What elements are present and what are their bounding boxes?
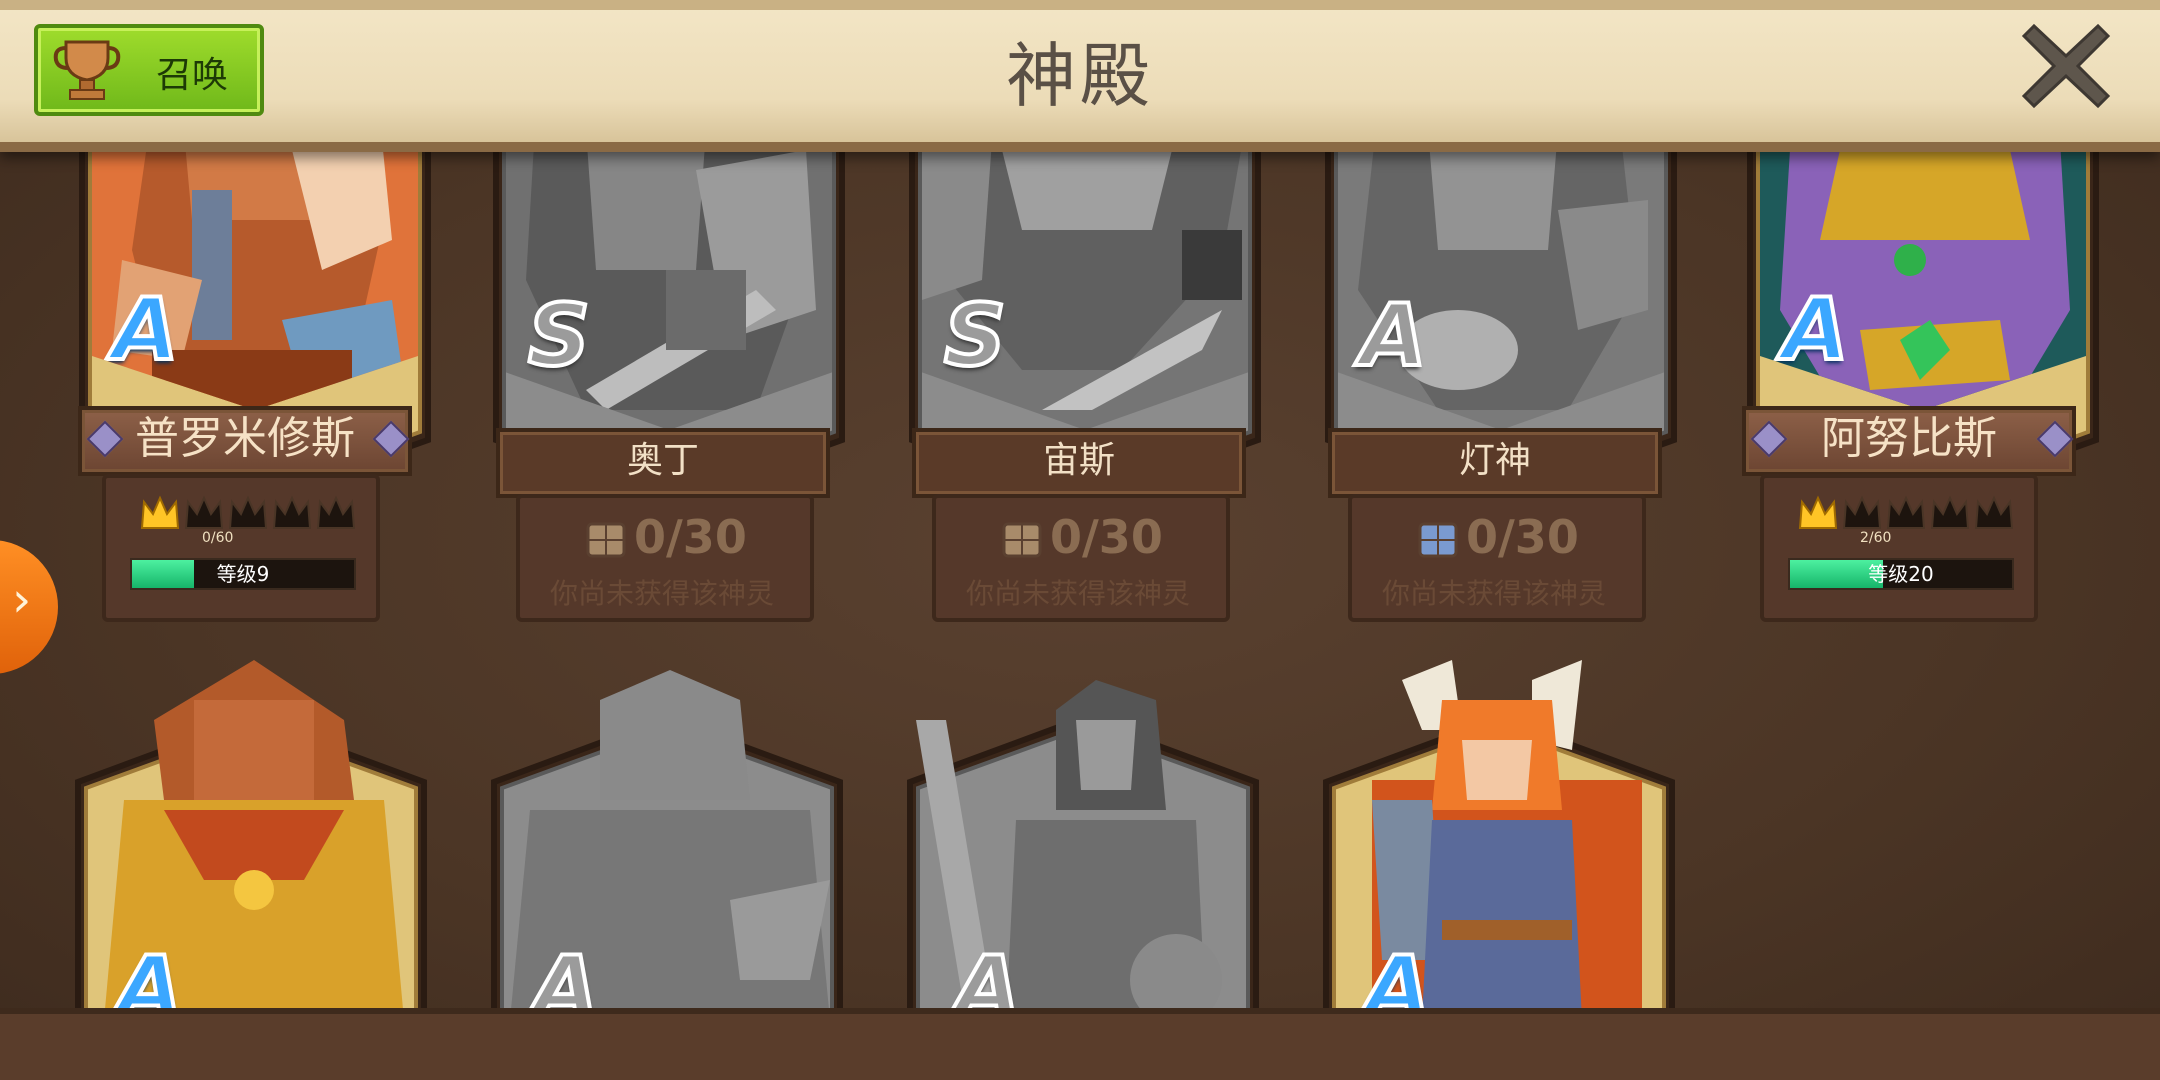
bottom-frame — [0, 1008, 2160, 1080]
star-progress: 0/60 — [202, 530, 234, 546]
god-card-genie[interactable]: A 灯神 0/30 你尚未获得该神灵 — [1314, 107, 1688, 630]
fragment-icon — [1002, 522, 1042, 558]
god-name: 灯神 — [1458, 440, 1531, 481]
chevron-right-icon: › — [12, 572, 32, 628]
zeus-portrait: S — [922, 110, 1248, 430]
level-label: 等级9 — [216, 562, 270, 586]
god-name: 普罗米修斯 — [135, 413, 355, 464]
god-info-panel: 2/60 等级20 — [1760, 474, 2038, 622]
not-obtained-hint: 你尚未获得该神灵 — [550, 577, 775, 610]
god-name: 宙斯 — [1042, 440, 1115, 481]
god-info-panel: 0/60 等级9 — [102, 474, 380, 622]
level-bar: 等级20 — [1788, 558, 2014, 590]
god-name-bar: 奥丁 — [496, 428, 830, 498]
god-name-bar: 宙斯 — [912, 428, 1246, 498]
header-bar: 召唤 神殿 — [0, 0, 2160, 152]
anubis-portrait: A — [1760, 110, 2086, 410]
not-obtained-hint: 你尚未获得该神灵 — [966, 577, 1191, 610]
god-name-bar: 阿努比斯 — [1742, 406, 2076, 476]
god-name-bar: 灯神 — [1328, 428, 1662, 498]
god-card-row2-4[interactable]: A — [1312, 660, 1686, 1080]
god-name-bar: 普罗米修斯 — [78, 406, 412, 476]
god-card-row2-3[interactable]: A — [896, 660, 1270, 1080]
temple-screen: A 普罗米修斯 0/60 等级9 S 奥丁 0/30 你尚未获得该神灵 S 宙斯… — [0, 0, 2160, 1080]
crown-filled-icon — [1798, 495, 1838, 529]
god-name: 阿努比斯 — [1821, 413, 1997, 464]
god-card-zeus[interactable]: S 宙斯 0/30 你尚未获得该神灵 — [898, 107, 1272, 630]
god-name: 奥丁 — [626, 440, 699, 481]
god-info-panel: 0/30 你尚未获得该神灵 — [1348, 494, 1646, 622]
fragment-icon — [1418, 522, 1458, 558]
side-expand-tab[interactable]: › — [0, 540, 58, 674]
page-title: 神殿 — [1006, 35, 1154, 117]
god-card-odin[interactable]: S 奥丁 0/30 你尚未获得该神灵 — [482, 107, 856, 630]
rank-badge: A — [110, 278, 181, 382]
star-progress: 2/60 — [1860, 530, 1892, 546]
odin-portrait: S — [506, 110, 832, 430]
rank-badge: S — [942, 284, 1008, 388]
prometheus-portrait: A — [92, 110, 418, 410]
crown-empty-icon — [184, 495, 224, 529]
crown-empty-icon — [1974, 495, 2014, 529]
crown-empty-icon — [1930, 495, 1970, 529]
god-info-panel: 0/30 你尚未获得该神灵 — [932, 494, 1230, 622]
rank-badge: A — [1780, 278, 1851, 382]
fragment-icon — [586, 522, 626, 558]
crown-empty-icon — [1886, 495, 1926, 529]
close-icon[interactable] — [2016, 16, 2116, 116]
god-card-row2-2[interactable]: A — [480, 660, 854, 1080]
crown-empty-icon — [228, 495, 268, 529]
crown-empty-icon — [272, 495, 312, 529]
fragment-count: 0/30 — [634, 510, 747, 564]
crown-empty-icon — [316, 495, 356, 529]
genie-portrait: A — [1338, 110, 1664, 430]
level-label: 等级20 — [1868, 562, 1934, 586]
not-obtained-hint: 你尚未获得该神灵 — [1382, 577, 1607, 610]
rank-badge: A — [1358, 284, 1429, 388]
crown-filled-icon — [140, 495, 180, 529]
god-card-row2-1[interactable]: A — [64, 660, 438, 1080]
god-info-panel: 0/30 你尚未获得该神灵 — [516, 494, 814, 622]
crown-empty-icon — [1842, 495, 1882, 529]
fragment-count: 0/30 — [1050, 510, 1163, 564]
rank-badge: S — [526, 284, 592, 388]
level-bar: 等级9 — [130, 558, 356, 590]
fragment-count: 0/30 — [1466, 510, 1579, 564]
god-card-prometheus[interactable]: A 普罗米修斯 0/60 等级9 — [68, 107, 442, 630]
god-card-anubis[interactable]: A 阿努比斯 2/60 等级20 — [1736, 107, 2110, 630]
